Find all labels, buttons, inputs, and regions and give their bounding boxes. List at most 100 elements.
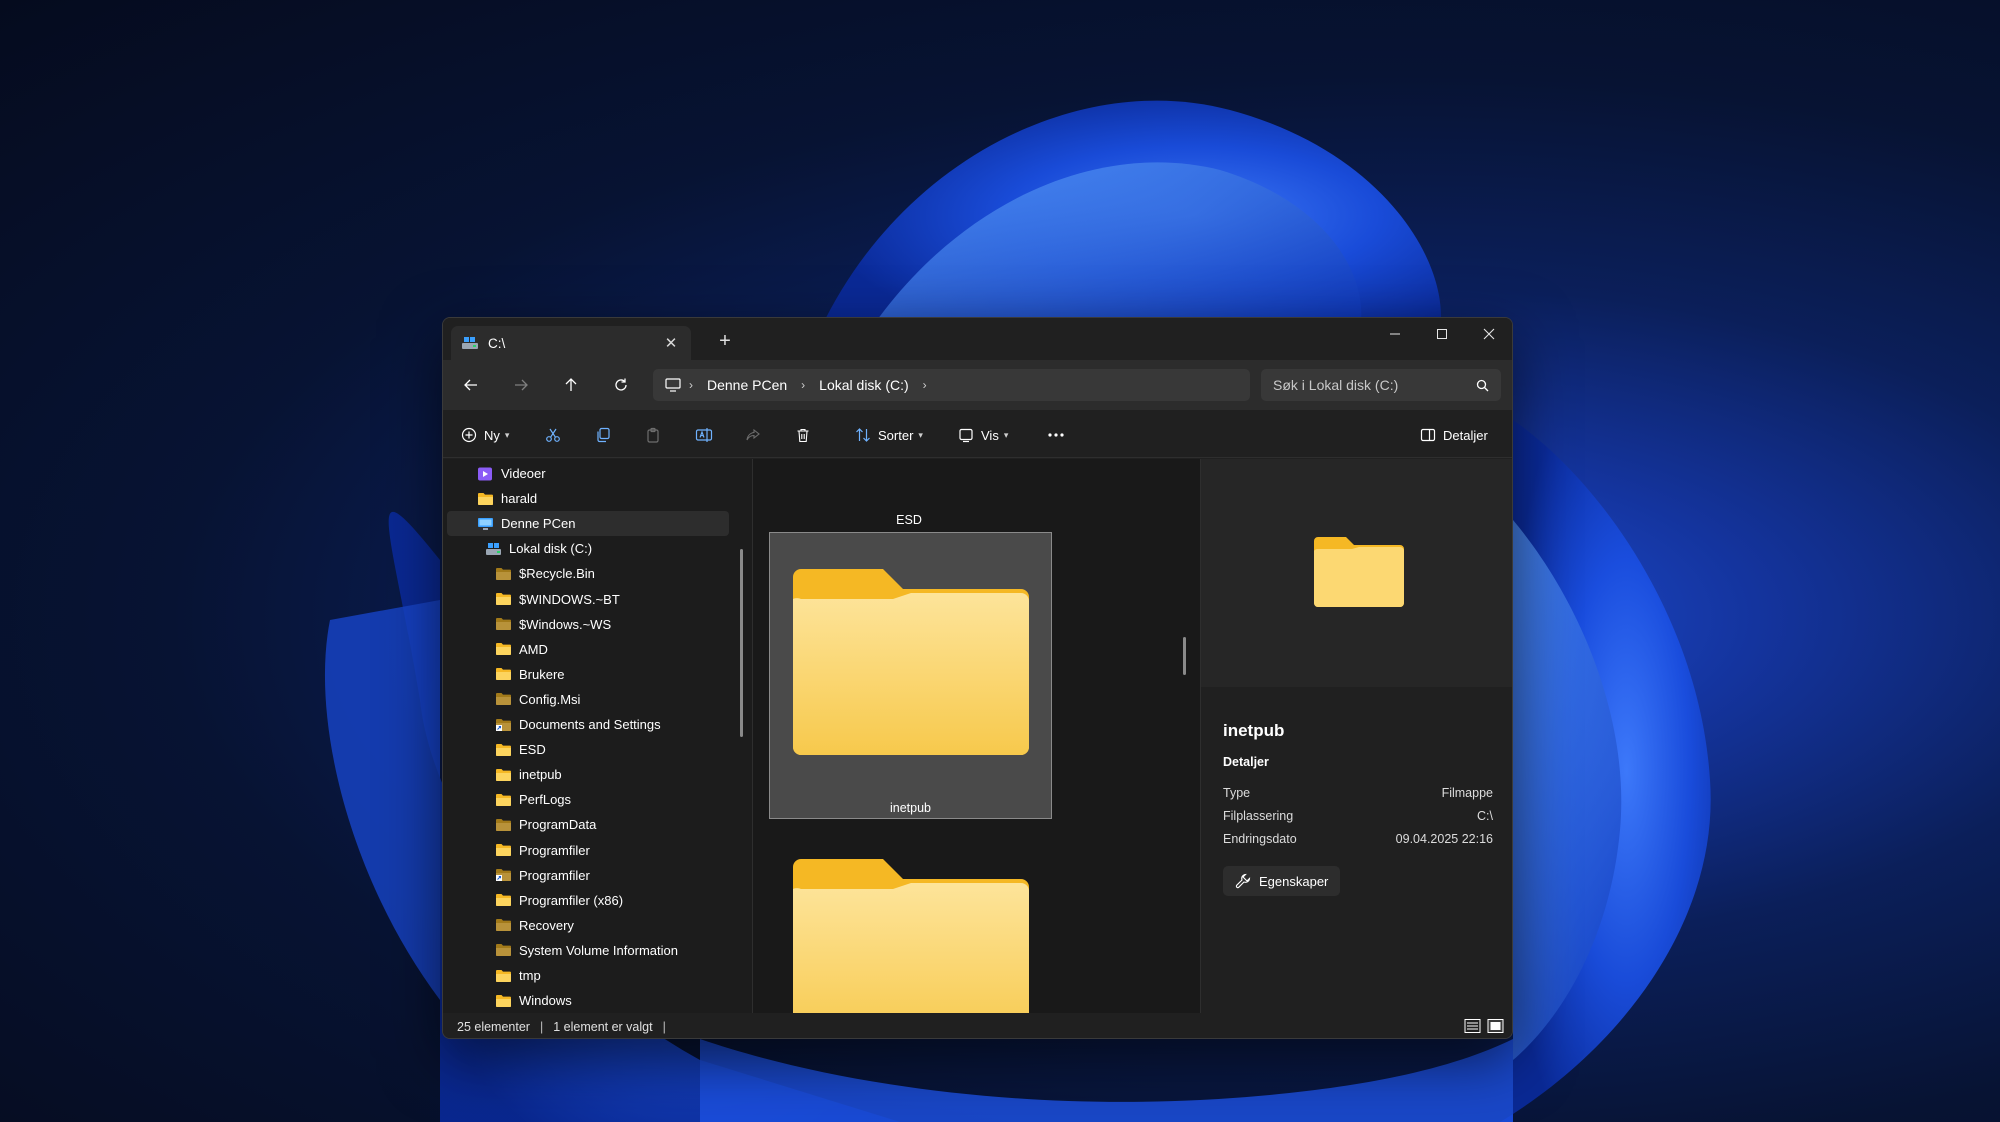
sidebar-item[interactable]: System Volume Information <box>495 938 745 963</box>
sidebar-item-label: $Recycle.Bin <box>519 566 595 582</box>
detail-row-location: Filplassering C:\ <box>1223 809 1493 823</box>
copy-icon[interactable] <box>595 422 611 448</box>
sidebar-item-label: inetpub <box>519 767 562 783</box>
sidebar-item[interactable]: Recovery <box>495 913 745 938</box>
preview-area <box>1201 459 1512 687</box>
sidebar-item-label: Windows <box>519 993 572 1009</box>
videos-icon <box>477 467 494 481</box>
folder-dim-icon <box>495 617 512 631</box>
sidebar-item[interactable]: Programfiler <box>495 863 745 888</box>
sidebar-item-label: Lokal disk (C:) <box>509 541 593 557</box>
sidebar-item[interactable]: Documents and Settings <box>495 712 745 737</box>
properties-button[interactable]: Egenskaper <box>1223 866 1341 896</box>
new-button[interactable]: Ny ▾ <box>461 422 509 448</box>
status-divider: | <box>539 1019 544 1034</box>
sidebar-item[interactable]: Lokal disk (C:) <box>485 536 735 561</box>
share-icon[interactable] <box>745 422 761 448</box>
details-view-icon[interactable] <box>1464 1018 1481 1034</box>
sidebar-item[interactable]: Windows <box>495 988 745 1013</box>
folder-dim-icon <box>495 818 512 832</box>
folder-link-icon <box>495 868 512 882</box>
view-button[interactable]: Vis ▾ <box>958 422 1008 448</box>
navigation-pane[interactable]: Videoer harald Denne PCen Lokal disk (C:) $R… <box>443 459 753 1013</box>
sidebar-item-label: tmp <box>519 968 541 983</box>
refresh-icon[interactable] <box>605 372 637 398</box>
sidebar-item-label: ProgramData <box>519 817 597 833</box>
maximize-icon[interactable] <box>1419 318 1465 350</box>
large-icons-view-icon[interactable] <box>1487 1018 1504 1034</box>
chevron-down-icon: ▾ <box>1003 429 1009 440</box>
paste-icon[interactable] <box>645 422 661 448</box>
details-label: Detaljer <box>1443 427 1488 443</box>
close-icon[interactable] <box>1466 318 1512 350</box>
sidebar-item[interactable]: inetpub <box>495 762 745 787</box>
sidebar-item[interactable]: $Recycle.Bin <box>495 561 745 586</box>
chevron-right-icon[interactable]: › <box>923 378 927 392</box>
detail-value: Filmappe <box>1441 786 1493 800</box>
file-view[interactable]: ESD inetpub <box>753 459 1200 1013</box>
chevron-right-icon[interactable]: › <box>801 378 805 392</box>
sidebar-item[interactable]: PerfLogs <box>495 787 745 812</box>
chevron-down-icon: ▾ <box>504 429 510 440</box>
breadcrumb-denne-pcen[interactable]: Denne PCen <box>707 377 787 393</box>
sidebar-item[interactable]: Videoer <box>477 461 727 486</box>
details-pane: inetpub Detaljer Type Filmappe Filplasse… <box>1200 459 1512 1013</box>
item-count: 25 elementer <box>457 1019 530 1034</box>
sidebar-item-label: Documents and Settings <box>519 717 661 732</box>
sidebar-item[interactable]: AMD <box>495 637 745 662</box>
folder-label-esd[interactable]: ESD <box>753 513 1065 527</box>
sidebar-item-label: ESD <box>519 742 546 758</box>
delete-icon[interactable] <box>795 422 811 448</box>
title-bar: C:\ ✕ + <box>443 318 1512 360</box>
new-tab-icon[interactable]: + <box>713 330 737 353</box>
sidebar-item-label: harald <box>501 491 538 507</box>
more-icon[interactable] <box>1047 422 1065 448</box>
forward-arrow-icon[interactable] <box>505 372 537 398</box>
search-icon <box>1476 379 1489 391</box>
folder-dim-icon <box>495 692 512 706</box>
sidebar-item[interactable]: Programfiler (x86) <box>495 888 745 913</box>
content-scrollbar[interactable] <box>1183 637 1186 675</box>
minimize-icon[interactable] <box>1372 318 1418 350</box>
sidebar-item[interactable]: ESD <box>495 737 745 762</box>
details-pane-button[interactable]: Detaljer <box>1420 422 1488 448</box>
up-arrow-icon[interactable] <box>555 372 587 398</box>
search-input[interactable]: Søk i Lokal disk (C:) <box>1261 369 1501 401</box>
sidebar-item[interactable]: tmp <box>495 963 745 988</box>
sidebar-item[interactable]: $Windows.~WS <box>495 612 745 637</box>
folder-icon <box>791 459 1026 465</box>
sidebar-item[interactable]: Programfiler <box>495 838 745 863</box>
chevron-right-icon[interactable]: › <box>689 378 693 392</box>
address-bar[interactable]: › Denne PCen › Lokal disk (C:) › <box>653 369 1250 401</box>
sort-button[interactable]: Sorter ▾ <box>855 422 923 448</box>
folder-icon <box>1314 537 1404 607</box>
sidebar-item[interactable]: harald <box>477 486 727 511</box>
back-arrow-icon[interactable] <box>455 372 487 398</box>
tab-c-drive[interactable]: C:\ ✕ <box>451 326 691 360</box>
detail-value: C:\ <box>1477 809 1493 823</box>
breadcrumb-lokal-disk[interactable]: Lokal disk (C:) <box>819 377 908 393</box>
rename-icon[interactable] <box>695 422 713 448</box>
cut-icon[interactable] <box>545 422 561 448</box>
sidebar-scrollbar[interactable] <box>740 549 743 737</box>
details-title: inetpub <box>1223 721 1285 740</box>
selection-count: 1 element er valgt <box>553 1019 653 1034</box>
properties-label: Egenskaper <box>1259 873 1329 889</box>
sidebar-item-label: Programfiler (x86) <box>519 892 624 908</box>
sidebar-item[interactable]: ProgramData <box>495 812 745 837</box>
sidebar-item-label: $WINDOWS.~BT <box>519 591 620 607</box>
folder-icon <box>495 843 512 857</box>
folder-icon <box>495 667 512 681</box>
sidebar-item[interactable]: Denne PCen <box>447 511 729 537</box>
sidebar-item[interactable]: Brukere <box>495 662 745 687</box>
detail-value: 09.04.2025 22:16 <box>1395 832 1493 846</box>
sidebar-item[interactable]: Config.Msi <box>495 687 745 712</box>
tab-close-icon[interactable]: ✕ <box>661 334 681 352</box>
folder-dim-icon <box>495 567 512 581</box>
folder-icon[interactable] <box>793 859 1029 1013</box>
folder-icon <box>495 793 512 807</box>
detail-key: Endringsdato <box>1223 832 1297 846</box>
pc-icon <box>477 517 494 531</box>
folder-icon <box>495 642 512 656</box>
sidebar-item[interactable]: $WINDOWS.~BT <box>495 587 745 612</box>
